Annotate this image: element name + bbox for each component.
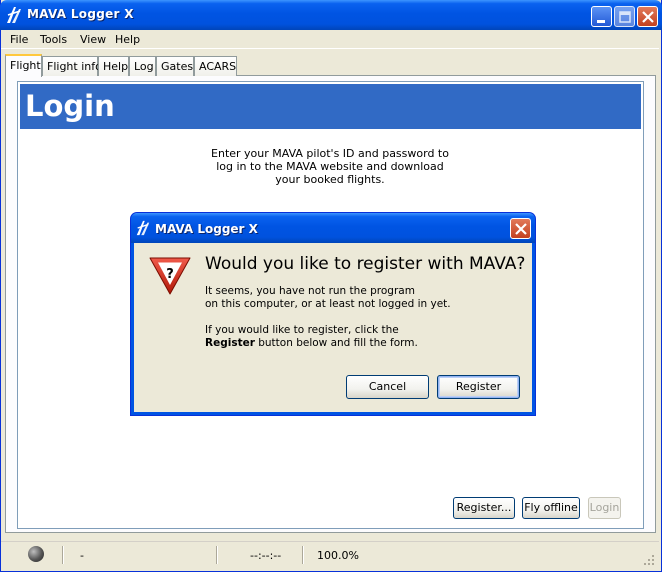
svg-text:?: ? (166, 267, 174, 282)
warning-question-icon: ? (149, 257, 191, 295)
dialog-title: MAVA Logger X (155, 222, 258, 236)
menu-tools[interactable]: Tools (40, 33, 67, 46)
status-divider (62, 546, 64, 564)
intro-line: log in to the MAVA website and download (216, 160, 444, 173)
tab-log[interactable]: Log (129, 56, 156, 76)
intro-line: Enter your MAVA pilot's ID and password … (211, 147, 449, 160)
register-emphasis: Register (205, 337, 255, 349)
status-field: - (80, 549, 84, 562)
menu-file[interactable]: File (10, 33, 28, 46)
register-button[interactable]: Register... (453, 497, 515, 519)
menu-view[interactable]: View (80, 33, 106, 46)
close-icon (642, 11, 654, 23)
status-divider (216, 546, 218, 564)
menu-separator (1, 48, 659, 49)
connection-status-icon (28, 546, 44, 562)
dialog-logo-icon (136, 220, 150, 236)
login-button[interactable]: Login (588, 497, 621, 519)
dialog-message-line: Register button below and fill the form. (205, 337, 418, 351)
close-button[interactable] (637, 6, 658, 27)
tab-help[interactable]: Help (98, 56, 129, 76)
menu-bar: File Tools View Help (1, 30, 659, 49)
dialog-close-button[interactable] (510, 218, 531, 239)
window-title: MAVA Logger X (27, 7, 134, 21)
fly-offline-button[interactable]: Fly offline (522, 497, 580, 519)
intro-line: your booked flights. (275, 173, 385, 186)
minimize-icon (597, 20, 605, 23)
maximize-button[interactable] (614, 6, 635, 27)
status-divider (302, 546, 304, 564)
tab-flight-info[interactable]: Flight info (42, 56, 102, 76)
maximize-icon (619, 11, 631, 23)
status-time: --:--:-- (250, 549, 282, 562)
login-instructions: Enter your MAVA pilot's ID and password … (200, 147, 460, 186)
tab-gates[interactable]: Gates (156, 56, 194, 76)
close-icon (515, 223, 527, 235)
dialog-message-line: on this computer, or at least not logged… (205, 298, 451, 310)
tab-flight[interactable]: Flight (5, 54, 42, 77)
tab-acars[interactable]: ACARS (194, 56, 237, 76)
dialog-message-rest: button below and fill the form. (254, 337, 418, 349)
minimize-button[interactable] (591, 6, 612, 27)
status-zoom: 100.0% (317, 549, 359, 562)
menu-help[interactable]: Help (115, 33, 140, 46)
dialog-message-line: If you would like to register, click the (205, 324, 399, 336)
dialog-register-button[interactable]: Register (437, 375, 520, 399)
dialog-message-line: It seems, you have not run the program (205, 285, 415, 297)
app-logo-icon (7, 7, 21, 23)
page-title: Login (25, 89, 115, 123)
cancel-button[interactable]: Cancel (346, 375, 429, 399)
resize-grip-icon[interactable] (642, 553, 656, 567)
dialog-heading: Would you like to register with MAVA? (205, 254, 526, 274)
